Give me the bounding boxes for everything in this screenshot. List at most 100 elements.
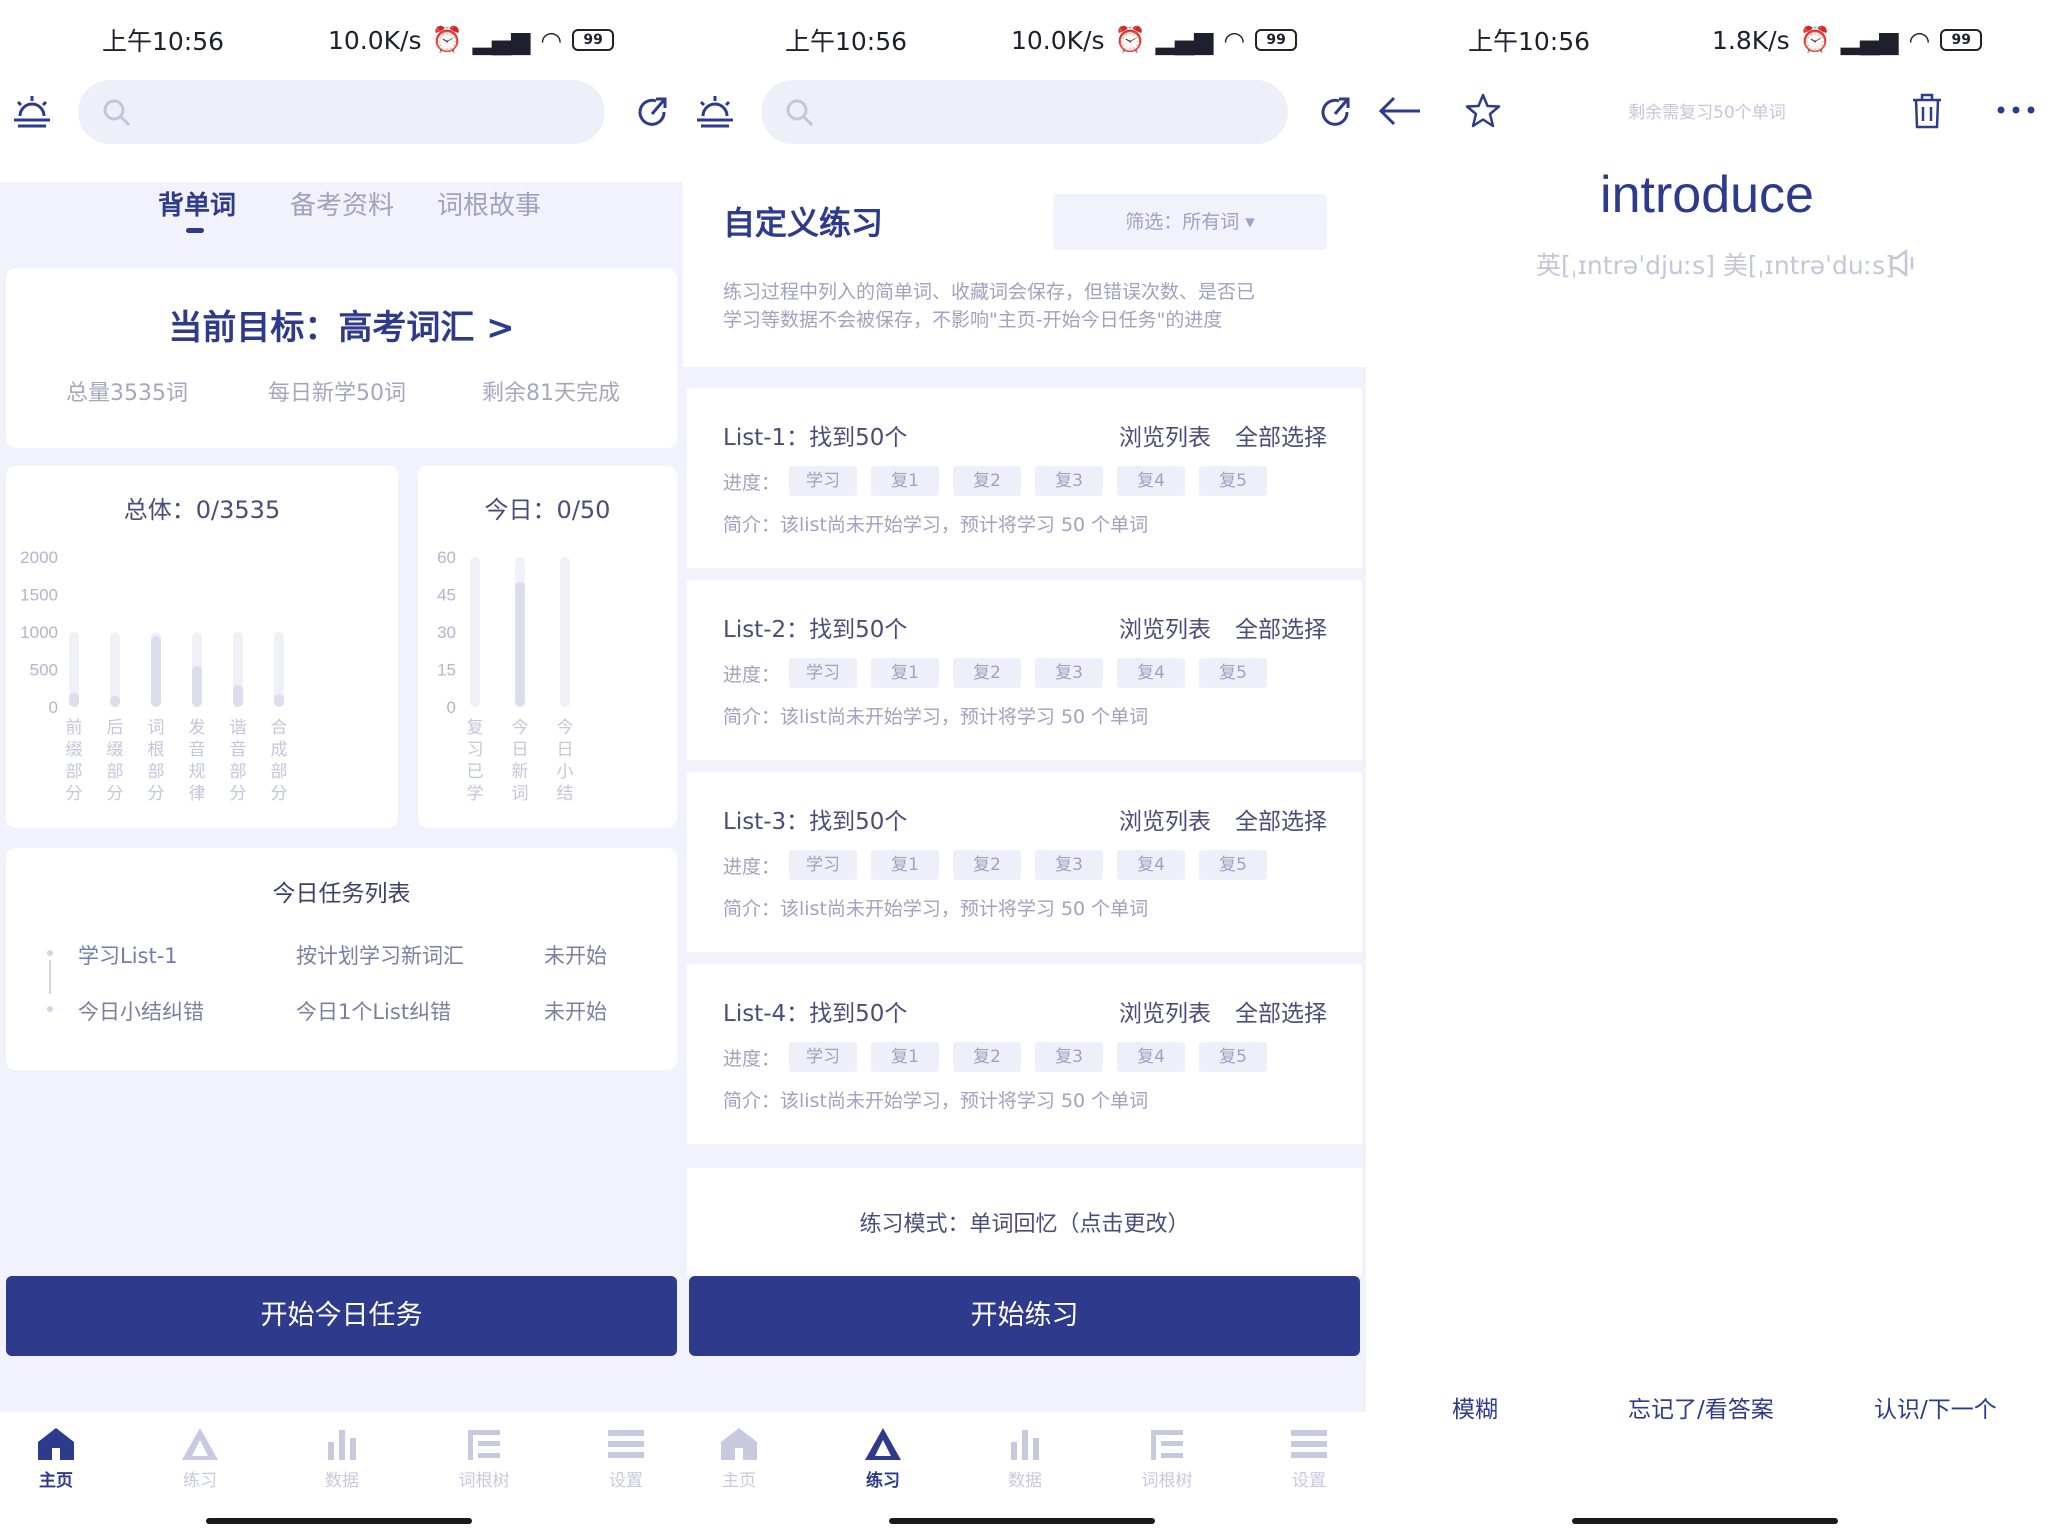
tree-icon bbox=[468, 1430, 500, 1460]
tab-vocabulary[interactable]: 背单词 bbox=[158, 185, 236, 222]
list-card[interactable]: List-1：找到50个 浏览列表 全部选择 进度： 学习 复1 复2 复3 复4 复5 简介：该l… bbox=[687, 388, 1362, 568]
list-intro: 简介：该list尚未开始学习，预计将学习 50 个单词 bbox=[723, 1090, 1149, 1112]
page-title: 自定义练习 bbox=[723, 204, 884, 242]
home-indicator bbox=[889, 1518, 1155, 1524]
more-icon[interactable] bbox=[1996, 104, 2036, 116]
forgot-show-answer-button[interactable]: 忘记了/看答案 bbox=[1628, 1390, 1774, 1424]
timeline-dot bbox=[47, 1006, 53, 1012]
search-input[interactable] bbox=[761, 80, 1288, 144]
nav-label: 词根树 bbox=[1141, 1471, 1193, 1491]
nav-root-tree[interactable]: 词根树 bbox=[444, 1426, 524, 1491]
battery-icon: 99 bbox=[572, 29, 615, 51]
list-card[interactable]: List-4：找到50个 浏览列表 全部选择 进度： 学习 复1 复2 复3 复4 复5 简介：该l… bbox=[687, 964, 1362, 1144]
nav-practice[interactable]: 练习 bbox=[843, 1426, 923, 1491]
nav-label: 设置 bbox=[609, 1471, 643, 1491]
refresh-icon[interactable] bbox=[634, 94, 670, 130]
stage-chip: 复2 bbox=[953, 1042, 1021, 1072]
stage-chip: 复5 bbox=[1199, 466, 1267, 496]
x-category-label: 词根部分 bbox=[148, 718, 165, 804]
stage-chip: 学习 bbox=[789, 850, 857, 880]
select-all-button[interactable]: 全部选择 bbox=[1235, 802, 1327, 836]
target-title[interactable]: 当前目标：高考词汇 > bbox=[0, 300, 683, 349]
remaining-count: 剩余需复习50个单词 bbox=[1628, 103, 1786, 123]
today-title: 今日：0/50 bbox=[484, 496, 611, 524]
search-input[interactable] bbox=[78, 80, 605, 144]
task-name[interactable]: 学习List-1 bbox=[78, 940, 178, 970]
target-remaining: 剩余81天完成 bbox=[482, 381, 620, 406]
signal-icon: ▂▄▆ bbox=[1840, 25, 1899, 55]
refresh-icon[interactable] bbox=[1317, 94, 1353, 130]
sunrise-icon[interactable] bbox=[695, 94, 735, 130]
target-daily: 每日新学50词 bbox=[268, 381, 406, 406]
search-icon bbox=[103, 99, 131, 127]
select-all-button[interactable]: 全部选择 bbox=[1235, 418, 1327, 452]
alarm-icon: ⏰ bbox=[1114, 25, 1146, 54]
target-card[interactable] bbox=[6, 268, 677, 448]
stage-chip: 复5 bbox=[1199, 1042, 1267, 1072]
bottom-nav: 主页 练习 数据 词根树 设置 bbox=[683, 1412, 1366, 1536]
status-time: 上午10:56 bbox=[785, 27, 908, 56]
select-all-button[interactable]: 全部选择 bbox=[1235, 994, 1327, 1028]
network-speed: 10.0K/s bbox=[1011, 25, 1105, 55]
nav-settings[interactable]: 设置 bbox=[1269, 1426, 1349, 1491]
list-intro: 简介：该list尚未开始学习，预计将学习 50 个单词 bbox=[723, 898, 1149, 920]
timeline-line bbox=[49, 960, 51, 994]
list-card[interactable]: List-3：找到50个 浏览列表 全部选择 进度： 学习 复1 复2 复3 复4 复5 简介：该l… bbox=[687, 772, 1362, 952]
desc-line: 练习过程中列入的简单词、收藏词会保存，但错误次数、是否已 bbox=[723, 281, 1256, 303]
nav-practice[interactable]: 练习 bbox=[160, 1426, 240, 1491]
wifi-icon: ◠ bbox=[1223, 25, 1246, 55]
nav-settings[interactable]: 设置 bbox=[586, 1426, 666, 1491]
bar bbox=[110, 695, 120, 707]
home-indicator bbox=[1572, 1518, 1838, 1524]
stage-chip: 复3 bbox=[1035, 466, 1103, 496]
nav-label: 词根树 bbox=[458, 1471, 510, 1491]
tab-root-stories[interactable]: 词根故事 bbox=[437, 185, 541, 222]
bar bbox=[233, 685, 243, 707]
list-intro: 简介：该list尚未开始学习，预计将学习 50 个单词 bbox=[723, 706, 1149, 728]
bar bbox=[192, 665, 202, 707]
trash-icon[interactable] bbox=[1910, 92, 1944, 130]
tree-icon bbox=[1151, 1430, 1183, 1460]
browse-list-button[interactable]: 浏览列表 bbox=[1119, 418, 1211, 452]
stage-chip: 复3 bbox=[1035, 850, 1103, 880]
select-all-button[interactable]: 全部选择 bbox=[1235, 610, 1327, 644]
start-today-task-button[interactable]: 开始今日任务 bbox=[6, 1276, 677, 1356]
filter-select[interactable]: 筛选：所有词 ▾ bbox=[1053, 194, 1327, 250]
x-category-label: 合成部分 bbox=[271, 718, 288, 804]
browse-list-button[interactable]: 浏览列表 bbox=[1119, 994, 1211, 1028]
stage-chip: 复4 bbox=[1117, 850, 1185, 880]
nav-data[interactable]: 数据 bbox=[302, 1426, 382, 1491]
list-title: List-1：找到50个 bbox=[723, 425, 908, 451]
task-name[interactable]: 今日小结纠错 bbox=[78, 996, 204, 1026]
speaker-icon[interactable] bbox=[1888, 248, 1920, 278]
nav-label: 数据 bbox=[325, 1471, 359, 1491]
list-title: List-2：找到50个 bbox=[723, 617, 908, 643]
browse-list-button[interactable]: 浏览列表 bbox=[1119, 802, 1211, 836]
stage-chip: 复5 bbox=[1199, 658, 1267, 688]
task-status: 未开始 bbox=[544, 1000, 607, 1024]
practice-icon bbox=[182, 1428, 218, 1460]
practice-mode[interactable]: 练习模式：单词回忆（点击更改） bbox=[683, 1206, 1366, 1238]
battery-icon: 99 bbox=[1940, 29, 1983, 51]
start-practice-button[interactable]: 开始练习 bbox=[689, 1276, 1360, 1356]
nav-label: 练习 bbox=[183, 1471, 217, 1491]
signal-icon: ▂▄▆ bbox=[1155, 25, 1214, 55]
list-title: List-4：找到50个 bbox=[723, 1001, 908, 1027]
alarm-icon: ⏰ bbox=[431, 25, 463, 54]
x-category-label: 发音规律 bbox=[189, 718, 206, 804]
list-card[interactable]: List-2：找到50个 浏览列表 全部选择 进度： 学习 复1 复2 复3 复4 复5 简介：该l… bbox=[687, 580, 1362, 760]
browse-list-button[interactable]: 浏览列表 bbox=[1119, 610, 1211, 644]
nav-root-tree[interactable]: 词根树 bbox=[1127, 1426, 1207, 1491]
x-category-label: 后缀部分 bbox=[107, 718, 124, 804]
bar-track bbox=[560, 557, 570, 707]
know-next-button[interactable]: 认识/下一个 bbox=[1874, 1390, 1997, 1424]
nav-home[interactable]: 主页 bbox=[699, 1426, 779, 1491]
nav-home[interactable]: 主页 bbox=[16, 1426, 96, 1491]
tab-exam-materials[interactable]: 备考资料 bbox=[290, 185, 394, 222]
sunrise-icon[interactable] bbox=[12, 94, 52, 130]
fuzzy-button[interactable]: 模糊 bbox=[1452, 1390, 1498, 1424]
stage-chip: 复1 bbox=[871, 466, 939, 496]
nav-data[interactable]: 数据 bbox=[985, 1426, 1065, 1491]
signal-icon: ▂▄▆ bbox=[472, 25, 531, 55]
x-category-label: 今日小结 bbox=[557, 718, 574, 804]
